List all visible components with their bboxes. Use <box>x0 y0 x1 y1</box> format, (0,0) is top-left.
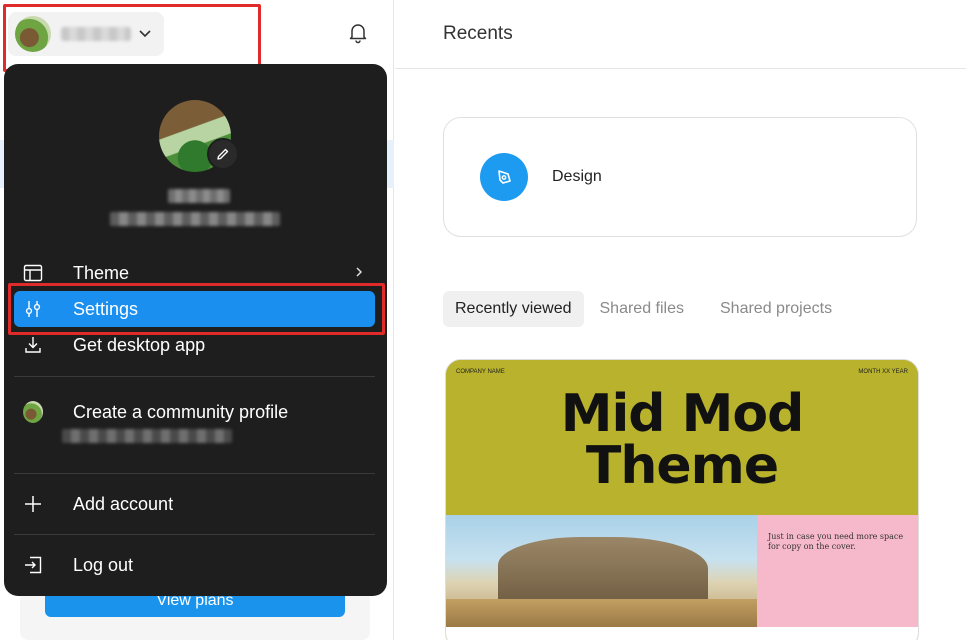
thumbnail-bottom: Just in case you need more space for cop… <box>446 515 918 640</box>
menu-item-community-profile[interactable]: Create a community profile <box>14 394 375 430</box>
grass <box>446 599 757 627</box>
thumbnail-title-line1: Mid Mod <box>560 384 805 444</box>
menu-divider <box>14 534 375 535</box>
profile-name-redacted <box>168 189 230 203</box>
recents-tabs: Recently viewed Shared files Shared proj… <box>443 291 844 327</box>
thumbnail-title: Mid Mod Theme <box>446 388 918 492</box>
layout-icon <box>23 263 43 283</box>
app-window: View plans Recents Design Recently viewe… <box>0 0 966 640</box>
thumbnail-photo <box>446 515 757 627</box>
annotation-highlight-settings <box>8 283 385 335</box>
bell-icon[interactable] <box>346 20 370 44</box>
page-title: Recents <box>443 23 513 44</box>
tab-shared-projects[interactable]: Shared projects <box>708 291 844 327</box>
menu-item-log-out[interactable]: Log out <box>14 547 375 583</box>
chevron-right-icon <box>355 265 363 281</box>
main-content: Recents Design Recently viewed Shared fi… <box>395 0 966 640</box>
thumbnail-footer <box>446 627 918 640</box>
file-thumbnail[interactable]: COMPANY NAME MONTH XX YEAR Mid Mod Theme… <box>445 359 919 640</box>
design-card-label: Design <box>552 168 602 185</box>
thumbnail-company: COMPANY NAME <box>456 369 505 375</box>
community-handle-redacted <box>62 429 232 443</box>
thumbnail-title-line2: Theme <box>585 436 779 496</box>
menu-divider <box>14 376 375 377</box>
avatar <box>23 401 43 423</box>
rock-formation <box>498 537 708 607</box>
tab-recently-viewed[interactable]: Recently viewed <box>443 291 584 327</box>
menu-item-label: Get desktop app <box>73 334 206 355</box>
menu-divider <box>14 473 375 474</box>
menu-item-label: Create a community profile <box>73 401 289 422</box>
pencil-icon[interactable] <box>207 138 239 170</box>
menu-item-label: Theme <box>73 262 130 283</box>
annotation-highlight-account <box>3 4 261 72</box>
thumbnail-date: MONTH XX YEAR <box>858 369 908 375</box>
design-card[interactable]: Design <box>443 117 917 237</box>
main-header: Recents <box>395 0 966 69</box>
menu-item-label: Add account <box>73 493 174 514</box>
thumbnail-caption: Just in case you need more space for cop… <box>757 515 918 627</box>
logout-icon <box>23 555 43 575</box>
plus-icon <box>23 494 43 514</box>
tab-shared-files[interactable]: Shared files <box>588 291 697 327</box>
menu-item-add-account[interactable]: Add account <box>14 486 375 522</box>
profile-email-redacted <box>110 212 280 226</box>
pen-tool-icon <box>480 153 528 201</box>
download-icon <box>23 335 43 355</box>
thumbnail-cover: COMPANY NAME MONTH XX YEAR Mid Mod Theme <box>446 360 918 515</box>
menu-item-label: Log out <box>73 554 134 575</box>
